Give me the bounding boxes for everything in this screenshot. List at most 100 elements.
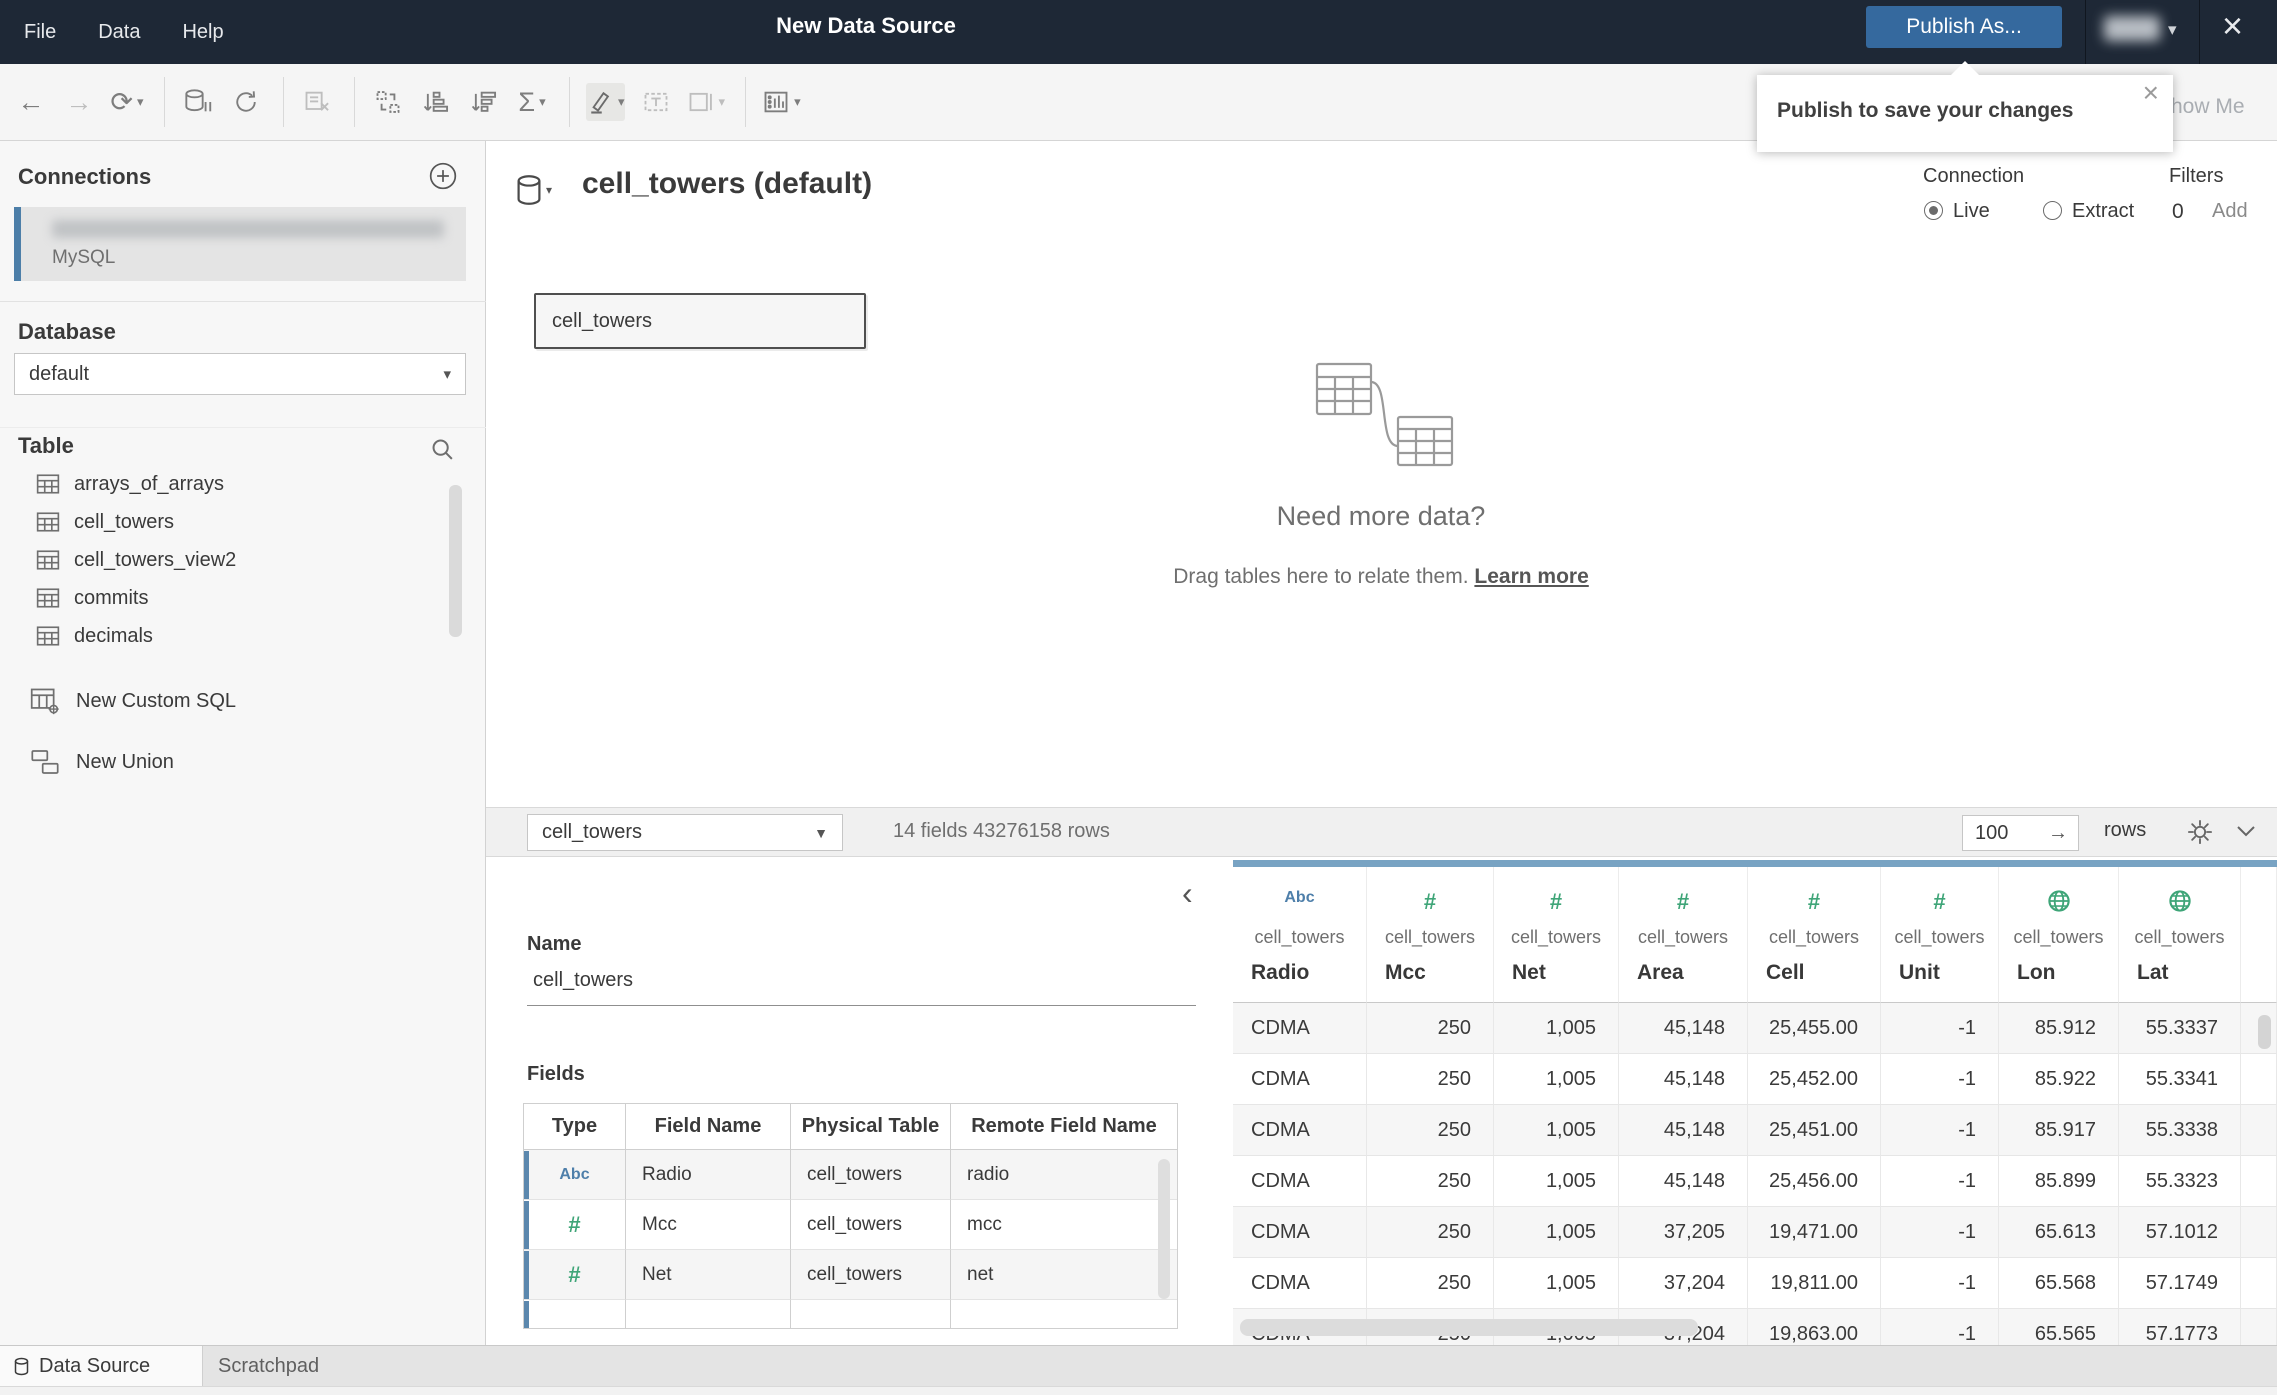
grid-cell: CDMA	[1233, 1207, 1367, 1258]
topbar-divider	[2199, 0, 2200, 64]
clear-sheet-icon[interactable]	[300, 83, 334, 121]
user-menu-caret-icon[interactable]: ▾	[2168, 20, 2177, 40]
empty-state-heading: Need more data?	[1276, 501, 1486, 531]
swap-rows-columns-icon[interactable]	[371, 83, 405, 121]
menu-help[interactable]: Help	[182, 21, 223, 44]
extract-radio-label[interactable]: Extract	[2072, 200, 2134, 223]
connection-type-label: MySQL	[52, 247, 116, 268]
field-row[interactable]: # Net cell_towers net	[524, 1250, 1177, 1300]
remote-field-cell: net	[951, 1250, 1177, 1300]
table-list-item[interactable]: commits	[0, 579, 470, 617]
apply-row-limit-icon[interactable]: →	[2048, 822, 2068, 845]
fit-icon[interactable]: ▾	[687, 83, 725, 121]
grid-column-name: Radio	[1251, 961, 1310, 984]
row-limit-input[interactable]: 100 →	[1962, 815, 2079, 851]
grid-vertical-scrollbar[interactable]	[2258, 1015, 2271, 1049]
table-list-item[interactable]: arrays_of_arrays	[0, 465, 470, 503]
connection-item[interactable]: MySQL	[14, 207, 466, 281]
grid-column-header[interactable]: Abc cell_towers Radio	[1233, 867, 1367, 1003]
field-row[interactable]	[524, 1300, 1177, 1328]
grid-cell: 250	[1367, 1003, 1494, 1054]
grid-cell: 19,811.00	[1748, 1258, 1881, 1309]
menu-data[interactable]: Data	[98, 21, 140, 44]
number-type-icon: #	[568, 1211, 581, 1237]
grid-column-radio: Abc cell_towers Radio CDMA CDMA CDMA CDMA CDMA C…	[1233, 857, 1367, 1345]
datasource-title: cell_towers (default)	[582, 167, 873, 200]
show-mark-labels-icon[interactable]: ▾	[762, 83, 801, 121]
row-limit-value: 100	[1975, 821, 2009, 844]
collapse-panel-icon[interactable]: ‹	[1182, 875, 1193, 912]
cell-towers-table-node[interactable]: cell_towers	[534, 293, 866, 349]
publish-as-button[interactable]: Publish As...	[1866, 6, 2062, 48]
undo-icon[interactable]: ←	[14, 83, 48, 121]
live-radio-label[interactable]: Live	[1953, 200, 1990, 223]
table-icon	[36, 511, 60, 533]
new-union-button[interactable]: New Union	[30, 748, 174, 776]
gear-icon[interactable]	[2186, 818, 2214, 846]
table-list-item[interactable]: decimals	[0, 617, 470, 655]
totals-icon[interactable]: Σ ▾	[515, 83, 549, 121]
grid-column-header[interactable]: cell_towers Lat	[2119, 867, 2241, 1003]
grid-column-header[interactable]: # cell_towers Cell	[1748, 867, 1881, 1003]
grid-column-header[interactable]: # cell_towers Mcc	[1367, 867, 1494, 1003]
extract-radio[interactable]	[2043, 201, 2062, 220]
grid-cell: 1,005	[1494, 1156, 1619, 1207]
new-union-label: New Union	[76, 750, 174, 773]
chevron-down-icon[interactable]	[2235, 824, 2257, 838]
close-window-icon[interactable]: ×	[2222, 5, 2243, 47]
connection-section-label: Connection	[1923, 165, 2025, 187]
grid-cell: 57.1012	[2119, 1207, 2241, 1258]
grid-column-header[interactable]: # cell_towers Area	[1619, 867, 1748, 1003]
database-select[interactable]: default ▾	[14, 353, 466, 395]
filters-count: 0	[2172, 200, 2184, 223]
sheet-tab-bar: Data Source Scratchpad	[0, 1345, 2277, 1387]
table-list-item[interactable]: cell_towers	[0, 503, 470, 541]
table-list-item[interactable]: cell_towers_view2	[0, 541, 470, 579]
grid-column-header[interactable]: cell_towers Lon	[1999, 867, 2119, 1003]
grid-column-area: # cell_towers Area 45,148 45,148 45,148 45,148…	[1619, 857, 1748, 1345]
user-account-redacted[interactable]	[2104, 16, 2160, 41]
logical-canvas: ▾ cell_towers (default) Connection Live …	[486, 141, 2277, 807]
grid-column-name: Unit	[1899, 961, 1940, 984]
grid-column-accent-bar	[1619, 860, 1748, 867]
grid-cell: 250	[1367, 1258, 1494, 1309]
live-radio[interactable]	[1924, 201, 1943, 220]
grid-cell: CDMA	[1233, 1156, 1367, 1207]
grid-cell	[2241, 1054, 2277, 1105]
replay-icon[interactable]: ⟳ ▾	[110, 83, 144, 121]
field-row[interactable]: Abc Radio cell_towers radio	[524, 1150, 1177, 1200]
grid-cell: 1,005	[1494, 1003, 1619, 1054]
grid-table-select[interactable]: cell_towers ▼	[527, 814, 843, 851]
grid-horizontal-scrollbar[interactable]	[1240, 1319, 1698, 1336]
refresh-data-source-icon[interactable]	[229, 83, 263, 121]
datasource-cylinder-icon[interactable]	[516, 174, 542, 206]
grid-cell: 45,148	[1619, 1105, 1748, 1156]
pause-auto-updates-icon[interactable]	[181, 83, 215, 121]
add-connection-icon[interactable]	[428, 161, 458, 191]
table-list-scrollbar[interactable]	[449, 485, 462, 637]
datasource-caret-icon[interactable]: ▾	[546, 183, 552, 197]
highlight-icon[interactable]: ▾	[586, 83, 625, 121]
new-custom-sql-button[interactable]: New Custom SQL	[30, 687, 236, 715]
learn-more-link[interactable]: Learn more	[1474, 565, 1588, 588]
fields-label: Fields	[527, 1063, 585, 1085]
grid-column-header[interactable]: # cell_towers Net	[1494, 867, 1619, 1003]
grid-column-type	[2119, 889, 2240, 915]
tab-scratchpad[interactable]: Scratchpad	[218, 1346, 319, 1387]
grid-column-header[interactable]: # cell_towers Unit	[1881, 867, 1999, 1003]
fields-table-scrollbar[interactable]	[1158, 1159, 1170, 1299]
grid-column-table-label: cell_towers	[1384, 927, 1476, 947]
sidebar-divider	[0, 427, 486, 428]
tooltip-close-icon[interactable]: ×	[2143, 77, 2159, 109]
field-row[interactable]: # Mcc cell_towers mcc	[524, 1200, 1177, 1250]
menu-file[interactable]: File	[24, 21, 56, 44]
sort-ascending-icon[interactable]	[419, 83, 453, 121]
sort-descending-icon[interactable]	[467, 83, 501, 121]
redo-icon[interactable]: →	[62, 83, 96, 121]
filters-add-button[interactable]: Add	[2212, 200, 2248, 223]
name-input[interactable]: cell_towers	[533, 969, 633, 992]
search-tables-icon[interactable]	[430, 437, 456, 463]
text-label-icon[interactable]	[639, 83, 673, 121]
tab-data-source[interactable]: Data Source	[0, 1346, 203, 1387]
toolbar-divider	[745, 77, 747, 127]
